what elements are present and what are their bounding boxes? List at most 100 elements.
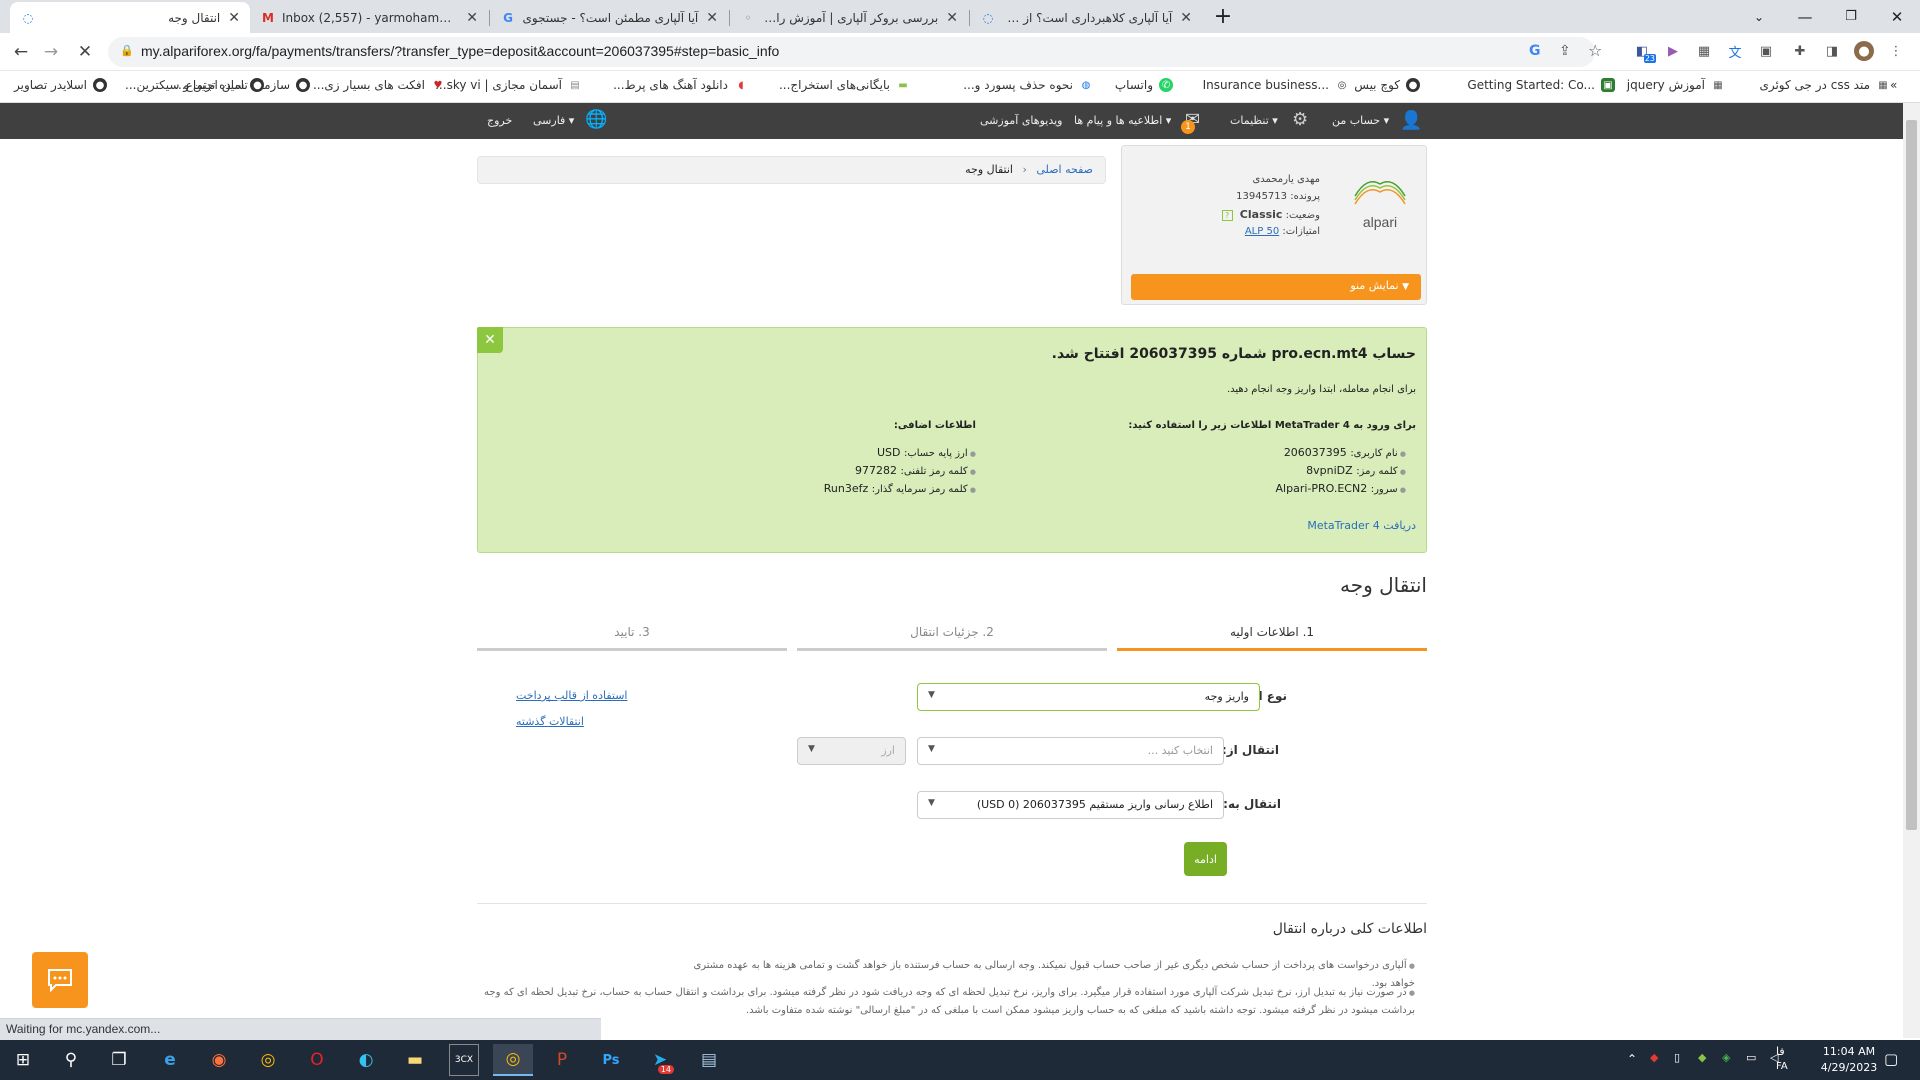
firefox-icon[interactable]: ◉ xyxy=(199,1044,239,1076)
use-payment-template-link[interactable]: استفاده از قالب پرداخت xyxy=(516,689,627,702)
breadcrumb-home-link[interactable]: صفحه اصلی xyxy=(1036,163,1093,176)
bookmark-item[interactable]: ● کوچ بیس xyxy=(1354,78,1420,92)
close-icon[interactable]: ✕ xyxy=(946,10,958,26)
tray-app-icon[interactable]: ◆ xyxy=(1650,1051,1658,1064)
edge-icon[interactable]: ◐ xyxy=(346,1044,386,1076)
address-bar[interactable]: 🔒 my.alpariforex.org/fa/payments/transfe… xyxy=(108,37,1602,67)
tab-scam[interactable]: ✕ آیا آلپاری کلاهبرداری است؟ از کجا بد ◌ xyxy=(970,2,1202,33)
close-icon[interactable]: ✕ xyxy=(1180,10,1192,26)
task-view-icon[interactable]: ❐ xyxy=(99,1044,139,1076)
bookmark-item[interactable]: ▬ بایگانی‌های استخراج... xyxy=(779,78,910,92)
close-icon[interactable]: ✕ xyxy=(477,327,503,353)
clock-time[interactable]: 11:04 AM xyxy=(1818,1045,1880,1058)
share-icon[interactable]: ⇪ xyxy=(1559,43,1571,59)
bookmark-item[interactable]: ◎ Insurance business... xyxy=(1203,78,1349,92)
extra-currency: ارز پایه حساب: USD xyxy=(877,446,976,459)
notepad-icon[interactable]: ▤ xyxy=(689,1044,729,1076)
chrome-icon[interactable]: ◎ xyxy=(248,1044,288,1076)
kebab-menu-icon[interactable]: ⋮ xyxy=(1886,41,1906,61)
bookmarks-overflow-icon[interactable]: » xyxy=(1890,78,1897,92)
transfer-to-select[interactable]: اطلاع رسانی واریز مستقیم 206037395 (0 US… xyxy=(917,791,1224,819)
close-icon[interactable]: ✕ xyxy=(228,10,240,26)
back-icon[interactable]: ← xyxy=(8,39,34,65)
input-language-indicator[interactable]: فا xyxy=(1776,1045,1785,1058)
bookmark-item[interactable]: ▣ Getting Started: Co... xyxy=(1467,78,1615,92)
tray-app-icon[interactable]: ▯ xyxy=(1674,1051,1680,1064)
translate-extension-icon[interactable]: 文 xyxy=(1725,41,1745,61)
restore-button[interactable]: ❐ xyxy=(1828,0,1874,33)
bookmark-item[interactable]: ◍ نحوه حذف پسورد و... xyxy=(963,78,1093,92)
transfer-from-select[interactable]: انتخاب کنید ... ▼ xyxy=(917,737,1224,765)
continue-button[interactable]: ادامه xyxy=(1184,842,1227,876)
telegram-icon[interactable]: ➤ 14 xyxy=(640,1044,680,1076)
bookmark-item[interactable]: ● ساده ترین و سیکترین... xyxy=(125,78,265,92)
stop-loading-icon[interactable]: ✕ xyxy=(72,39,98,65)
step-transfer-details[interactable]: 2. جزئیات انتقال xyxy=(797,625,1107,651)
bookmark-item[interactable]: ▦ آموزش jquery xyxy=(1627,78,1725,92)
scrollbar-thumb[interactable] xyxy=(1906,120,1917,830)
bookmark-item[interactable]: ● اسلایدر تصاویر xyxy=(14,78,107,92)
tab-google[interactable]: ✕ آیا آلپاری مطمئن است؟ - جستجوی G xyxy=(490,2,728,33)
clock-date[interactable]: 4/29/2023 xyxy=(1818,1061,1880,1074)
logout-link[interactable]: خروج xyxy=(487,114,512,127)
minimize-button[interactable]: — xyxy=(1782,0,1828,33)
lock-icon[interactable]: 🔒 xyxy=(120,44,134,57)
extension-icon[interactable]: ◧ 23 xyxy=(1632,41,1656,63)
settings-menu[interactable]: ▾ تنظیمات xyxy=(1230,114,1278,127)
url-text[interactable]: my.alpariforex.org/fa/payments/transfers… xyxy=(141,43,779,59)
extensions-puzzle-icon[interactable]: ✚ xyxy=(1790,41,1810,61)
extension-icon[interactable]: ▣ xyxy=(1756,41,1776,61)
powerpoint-icon[interactable]: P xyxy=(542,1044,582,1076)
user-icon[interactable]: 👤 xyxy=(1400,110,1422,131)
terminal-app-icon[interactable]: 3CX xyxy=(449,1044,479,1076)
help-icon[interactable]: ? xyxy=(1221,210,1233,221)
notifications-icon[interactable]: ▢ xyxy=(1884,1050,1898,1068)
profile-avatar[interactable]: ● xyxy=(1854,41,1874,61)
step-basic-info[interactable]: 1. اطلاعات اولیه xyxy=(1117,625,1427,651)
gear-icon[interactable]: ⚙ xyxy=(1292,109,1308,130)
currency-select[interactable]: ارز ▼ xyxy=(797,737,906,765)
my-account-menu[interactable]: ▾ حساب من xyxy=(1332,114,1389,127)
tab-active[interactable]: ✕ انتقال وجه ◌ xyxy=(10,2,250,33)
bookmark-star-icon[interactable]: ☆ xyxy=(1588,41,1602,60)
download-metatrader-link[interactable]: دریافت MetaTrader 4 xyxy=(1307,519,1416,532)
training-videos-link[interactable]: ویدیوهای آموزشی xyxy=(980,114,1062,127)
tab-gmail[interactable]: ✕ Inbox (2,557) - yarmohamadi677 M xyxy=(250,2,488,33)
points-link[interactable]: ALP 50 xyxy=(1245,226,1279,237)
close-icon[interactable]: ✕ xyxy=(466,10,478,26)
chrome-active-icon[interactable]: ◎ xyxy=(493,1044,533,1076)
extension-icon[interactable]: ▦ xyxy=(1694,41,1714,61)
show-menu-button[interactable]: ▼ نمایش منو xyxy=(1131,274,1421,300)
search-icon[interactable]: ⚲ xyxy=(51,1044,91,1076)
past-transfers-link[interactable]: انتقالات گذشته xyxy=(516,715,584,728)
opera-icon[interactable]: O xyxy=(297,1044,337,1076)
file-explorer-icon[interactable]: ▬ xyxy=(395,1044,435,1076)
internet-explorer-icon[interactable]: e xyxy=(150,1044,190,1076)
step-confirm[interactable]: 3. تایید xyxy=(477,625,787,651)
messages-menu[interactable]: ▾ اطلاعیه ها و پیام ها xyxy=(1074,114,1171,127)
close-window-button[interactable]: ✕ xyxy=(1874,0,1920,33)
google-translate-icon[interactable]: G xyxy=(1529,43,1541,59)
photoshop-icon[interactable]: Ps xyxy=(591,1044,631,1076)
windows-start-icon[interactable]: ⊞ xyxy=(3,1044,43,1076)
bookmark-item[interactable]: ▤ آسمان مجازی | sky vi... xyxy=(435,78,582,92)
chevron-up-icon[interactable]: ⌃ xyxy=(1627,1052,1637,1066)
new-tab-button[interactable]: + xyxy=(1203,0,1243,33)
language-menu[interactable]: ▾ فارسی xyxy=(533,114,574,127)
bookmark-item[interactable]: ♥ افکت های بسیار زی... xyxy=(313,78,445,92)
forward-icon[interactable]: → xyxy=(38,39,64,65)
bookmark-item[interactable]: ◖ دانلود آهنگ های پرط... xyxy=(613,78,748,92)
tray-app-icon[interactable]: ◆ xyxy=(1698,1051,1706,1064)
chat-button[interactable] xyxy=(32,952,88,1008)
extension-icon[interactable]: ▶ xyxy=(1663,41,1683,61)
close-icon[interactable]: ✕ xyxy=(706,10,718,26)
tab-review[interactable]: ✕ بررسی بروکر آلپاری | آموزش رایگان و ◦ xyxy=(730,2,968,33)
globe-icon[interactable]: 🌐 xyxy=(585,109,607,130)
tray-app-icon[interactable]: ◈ xyxy=(1722,1051,1730,1064)
bookmark-item[interactable]: ▦ متد css در جی کوئری xyxy=(1759,78,1890,92)
bookmark-item[interactable]: ✆ واتساپ xyxy=(1115,78,1173,92)
tab-search-icon[interactable]: ⌄ xyxy=(1736,0,1782,33)
network-icon[interactable]: ▭ xyxy=(1746,1051,1756,1064)
side-panel-icon[interactable]: ◨ xyxy=(1822,41,1842,61)
transfer-type-select[interactable]: واریز وجه ▼ xyxy=(917,683,1260,711)
